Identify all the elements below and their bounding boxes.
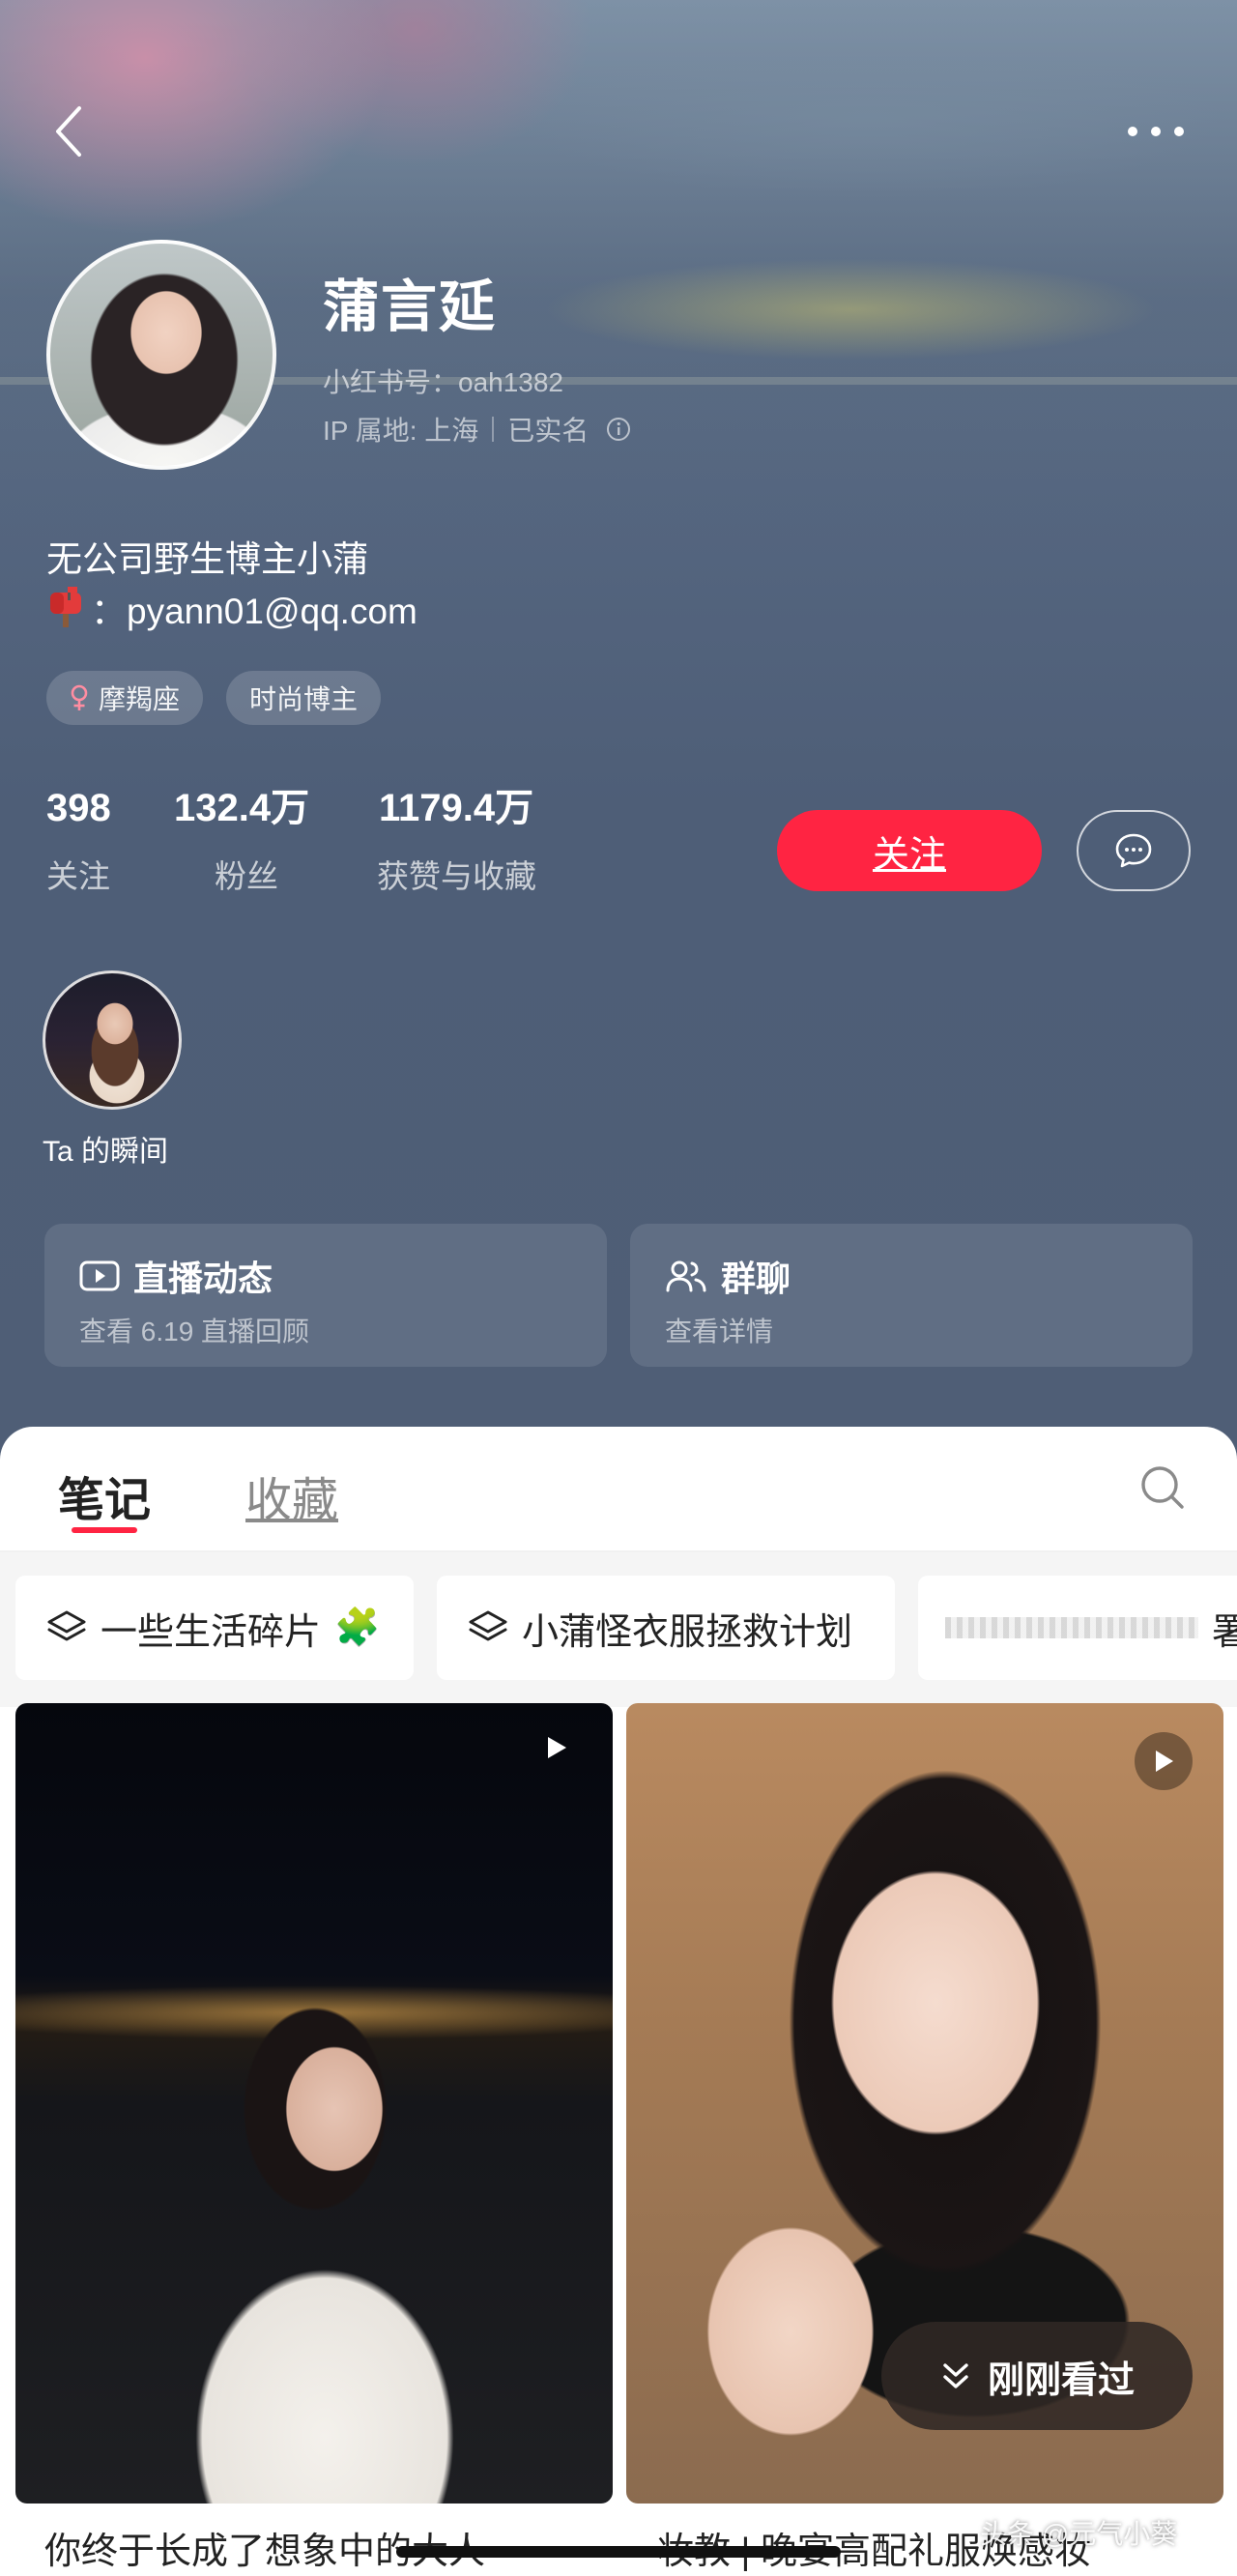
group-users-icon	[666, 1260, 706, 1292]
stat-likes[interactable]: 1179.4万 获赞与收藏	[377, 785, 536, 897]
avatar[interactable]	[46, 240, 276, 470]
collection-label: 小蒲怪衣服拯救计划	[522, 1611, 853, 1653]
blurred-label	[945, 1617, 1198, 1638]
card-title: 群聊	[721, 1259, 791, 1298]
collection-chips: 一些生活碎片 🧩 小蒲怪衣服拯救计划 署	[0, 1552, 1237, 1707]
collection-chip-clothes[interactable]: 小蒲怪衣服拯救计划	[437, 1576, 895, 1680]
video-play-icon	[528, 1719, 586, 1777]
note-card[interactable]	[15, 1703, 613, 2504]
collection-chip-life[interactable]: 一些生活碎片 🧩	[15, 1576, 414, 1680]
layers-icon	[469, 1610, 507, 1641]
double-chevron-down-icon	[943, 2363, 968, 2388]
video-play-icon	[1135, 1732, 1193, 1790]
back-button[interactable]	[44, 101, 91, 162]
card-title-row: 直播动态	[79, 1251, 273, 1301]
red-id-line: 小红书号：oah1382	[323, 362, 563, 400]
recently-viewed-button[interactable]: 刚刚看过	[881, 2322, 1193, 2430]
meta-divider	[492, 417, 495, 442]
message-button[interactable]	[1077, 810, 1191, 891]
mailbox-icon	[46, 587, 87, 629]
live-activity-card[interactable]: 直播动态 查看 6.19 直播回顾	[44, 1224, 607, 1367]
tab-collections[interactable]: 收藏	[245, 1462, 338, 1529]
ip-location: IP 属地: 上海	[323, 416, 479, 446]
profile-tags: 摩羯座 时尚博主	[46, 671, 382, 725]
chevron-left-icon	[56, 106, 81, 157]
ip-line: IP 属地: 上海 已实名	[323, 410, 631, 449]
watermark: 头条 @元气小葵	[980, 2519, 1178, 2549]
stat-value: 398	[46, 787, 111, 829]
contact-email: ：pyann01@qq.com	[91, 592, 417, 631]
layers-icon	[47, 1610, 86, 1641]
live-video-icon	[79, 1260, 120, 1291]
search-button[interactable]	[1133, 1458, 1193, 1518]
tab-notes[interactable]: 笔记	[58, 1462, 151, 1529]
card-subtitle: 查看详情	[665, 1317, 774, 1346]
card-title: 直播动态	[133, 1259, 273, 1298]
collection-chip-partial[interactable]: 署	[918, 1576, 1237, 1680]
profile-header: 蒲言延 小红书号：oah1382 IP 属地: 上海 已实名 无公司野生博主小蒲	[0, 0, 1237, 1469]
content-tabs: 笔记 收藏	[0, 1427, 1237, 1550]
bio-text: 无公司野生博主小蒲	[46, 539, 368, 579]
tag-zodiac: 摩羯座	[46, 671, 204, 725]
stat-following[interactable]: 398 关注	[46, 785, 111, 897]
verified-label: 已实名	[507, 416, 590, 446]
tag-label: 时尚博主	[249, 684, 359, 714]
search-icon	[1141, 1466, 1184, 1509]
more-options-button[interactable]	[1119, 114, 1193, 149]
active-tab-indicator	[72, 1527, 137, 1533]
more-dots-icon	[1128, 127, 1184, 136]
group-chat-card[interactable]: 群聊 查看详情	[630, 1224, 1193, 1367]
stat-followers[interactable]: 132.4万 粉丝	[174, 785, 309, 897]
chat-bubble-icon	[1115, 833, 1152, 868]
home-indicator[interactable]	[396, 2546, 841, 2558]
stat-label: 关注	[46, 858, 110, 894]
contact-line: ：pyann01@qq.com	[46, 582, 417, 634]
stat-value: 132.4万	[174, 787, 310, 829]
card-title-row: 群聊	[665, 1251, 791, 1301]
female-icon	[71, 684, 88, 710]
moments-thumbnail[interactable]	[43, 970, 182, 1110]
card-subtitle: 查看 6.19 直播回顾	[79, 1317, 310, 1346]
recently-viewed-label: 刚刚看过	[987, 2359, 1135, 2401]
collection-label: 署	[1211, 1611, 1237, 1653]
collection-label: 一些生活碎片	[101, 1611, 322, 1653]
tag-category: 时尚博主	[226, 671, 382, 725]
stat-value: 1179.4万	[379, 787, 534, 829]
moments-label: Ta 的瞬间	[43, 1136, 169, 1168]
red-id: 小红书号：oah1382	[323, 367, 564, 397]
profile-name: 蒲言延	[323, 275, 498, 338]
info-icon[interactable]	[606, 417, 631, 442]
tag-label: 摩羯座	[99, 684, 181, 714]
puzzle-emoji: 🧩	[334, 1607, 381, 1648]
stat-label: 获赞与收藏	[377, 858, 536, 894]
stat-label: 粉丝	[215, 858, 278, 894]
follow-button[interactable]: 关注	[777, 810, 1042, 891]
